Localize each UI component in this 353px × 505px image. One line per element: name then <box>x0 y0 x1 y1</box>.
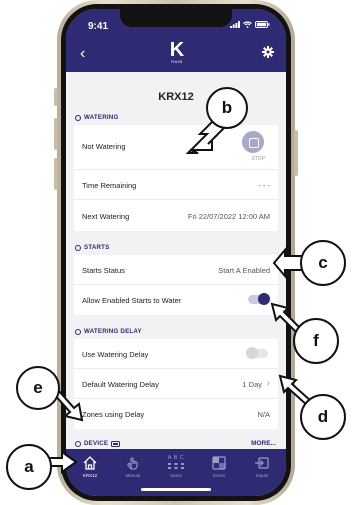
wifi-icon <box>243 21 252 28</box>
use-delay-row: Use Watering Delay <box>74 339 278 369</box>
tab-label: Inputs <box>255 473 269 478</box>
device-section-label: DEVICE <box>75 440 121 447</box>
back-button[interactable]: ‹ <box>80 46 85 62</box>
callout-c: c <box>300 240 346 286</box>
default-delay-row[interactable]: Default Watering Delay 1 Day › <box>74 369 278 399</box>
abc-icon: A B C <box>167 455 185 471</box>
starts-card: Starts Status Start A Enabled Allow Enab… <box>74 255 278 315</box>
tab-starts[interactable]: A B C Starts <box>156 455 196 478</box>
watering-label-text: WATERING <box>84 114 119 121</box>
stop-button[interactable] <box>242 131 264 153</box>
callout-f: f <box>293 318 339 364</box>
page-title: KRX12 <box>158 91 194 103</box>
allow-starts-row: Allow Enabled Starts to Water <box>74 285 278 315</box>
inputs-icon <box>255 457 269 469</box>
callout-a: a <box>6 444 52 490</box>
watering-section-label: WATERING <box>75 114 118 121</box>
time-remaining-label: Time Remaining <box>82 181 137 190</box>
callout-b: b <box>206 87 248 129</box>
more-link[interactable]: MORE... <box>251 440 276 447</box>
zones-delay-label: Zones using Delay <box>82 410 145 419</box>
next-watering-value: Fri 22/07/2022 12:00 AM <box>187 212 270 221</box>
starts-section-icon <box>75 244 81 251</box>
device-label-text: DEVICE <box>84 440 109 447</box>
zones-icon <box>212 456 226 470</box>
callout-e: e <box>16 366 60 410</box>
gear-icon[interactable] <box>262 46 274 58</box>
status-icons <box>230 21 270 28</box>
stage: 9:41 ‹ K RAIN KRX12 WATERING Not Waterin… <box>0 0 353 505</box>
abc-icon-text: A B C <box>167 455 185 461</box>
zones-delay-row: Zones using Delay N/A <box>74 399 278 429</box>
watering-card: Not Watering STOP Time Remaining - - - N… <box>74 125 278 231</box>
logo-letter: K <box>169 39 185 61</box>
home-indicator <box>141 488 211 491</box>
toggle-knob <box>246 347 258 359</box>
battery-icon <box>255 21 270 28</box>
tab-manual[interactable]: Manual <box>113 455 153 478</box>
tab-label: Starts <box>170 473 182 478</box>
starts-status-row[interactable]: Starts Status Start A Enabled <box>74 255 278 285</box>
zones-delay-value: N/A <box>257 410 270 419</box>
tab-krx12[interactable]: KRX12 <box>70 455 110 478</box>
phone-screen: 9:41 ‹ K RAIN KRX12 WATERING Not Waterin… <box>66 9 286 496</box>
k-rain-logo: K RAIN <box>167 39 187 64</box>
use-delay-label: Use Watering Delay <box>82 350 149 359</box>
volume-down-button <box>54 158 58 190</box>
delay-section-label: WATERING DELAY <box>75 328 142 335</box>
status-time: 9:41 <box>88 21 109 32</box>
starts-label-text: STARTS <box>84 244 110 251</box>
callout-d: d <box>300 394 346 440</box>
power-button <box>294 130 298 176</box>
starts-section-label: STARTS <box>75 244 110 251</box>
tab-bar: KRX12 Manual A B C Starts Zones Inputs <box>66 449 286 496</box>
chevron-right-icon: › <box>266 378 270 389</box>
tab-label: KRX12 <box>82 473 98 478</box>
app-header: 9:41 ‹ K RAIN <box>66 9 286 72</box>
device-icon <box>111 440 121 447</box>
delay-section-icon <box>75 328 81 335</box>
watering-status-row: Not Watering STOP <box>74 125 278 170</box>
default-delay-value: 1 Day <box>242 380 262 389</box>
toggle-knob <box>258 293 270 305</box>
device-section-icon <box>75 440 81 447</box>
use-delay-toggle[interactable] <box>246 347 268 359</box>
hand-icon <box>127 457 138 470</box>
starts-status-label: Starts Status <box>82 266 125 275</box>
content-area: KRX12 WATERING Not Watering STOP Time Re… <box>66 72 286 458</box>
watering-status: Not Watering <box>82 142 126 151</box>
notch <box>120 9 232 27</box>
time-remaining-row: Time Remaining - - - <box>74 170 278 200</box>
volume-up-button <box>54 118 58 150</box>
abc-grid <box>168 463 184 469</box>
stop-label: STOP <box>251 156 265 162</box>
delay-label-text: WATERING DELAY <box>84 328 142 335</box>
tab-label: Manual <box>125 473 141 478</box>
allow-starts-label: Allow Enabled Starts to Water <box>82 296 182 305</box>
default-delay-label: Default Watering Delay <box>82 380 159 389</box>
time-remaining-value: - - - <box>258 181 270 190</box>
tab-label: Zones <box>212 473 226 478</box>
tab-inputs[interactable]: Inputs <box>242 455 282 478</box>
silent-switch <box>54 88 58 106</box>
delay-card: Use Watering Delay Default Watering Dela… <box>74 339 278 429</box>
watering-section-icon <box>75 114 81 121</box>
signal-icon <box>230 21 240 28</box>
allow-starts-toggle[interactable] <box>248 293 270 305</box>
tab-zones[interactable]: Zones <box>199 455 239 478</box>
starts-status-value: Start A Enabled <box>218 266 270 275</box>
home-icon <box>83 456 97 470</box>
next-watering-row: Next Watering Fri 22/07/2022 12:00 AM <box>74 200 278 231</box>
next-watering-label: Next Watering <box>82 212 130 221</box>
